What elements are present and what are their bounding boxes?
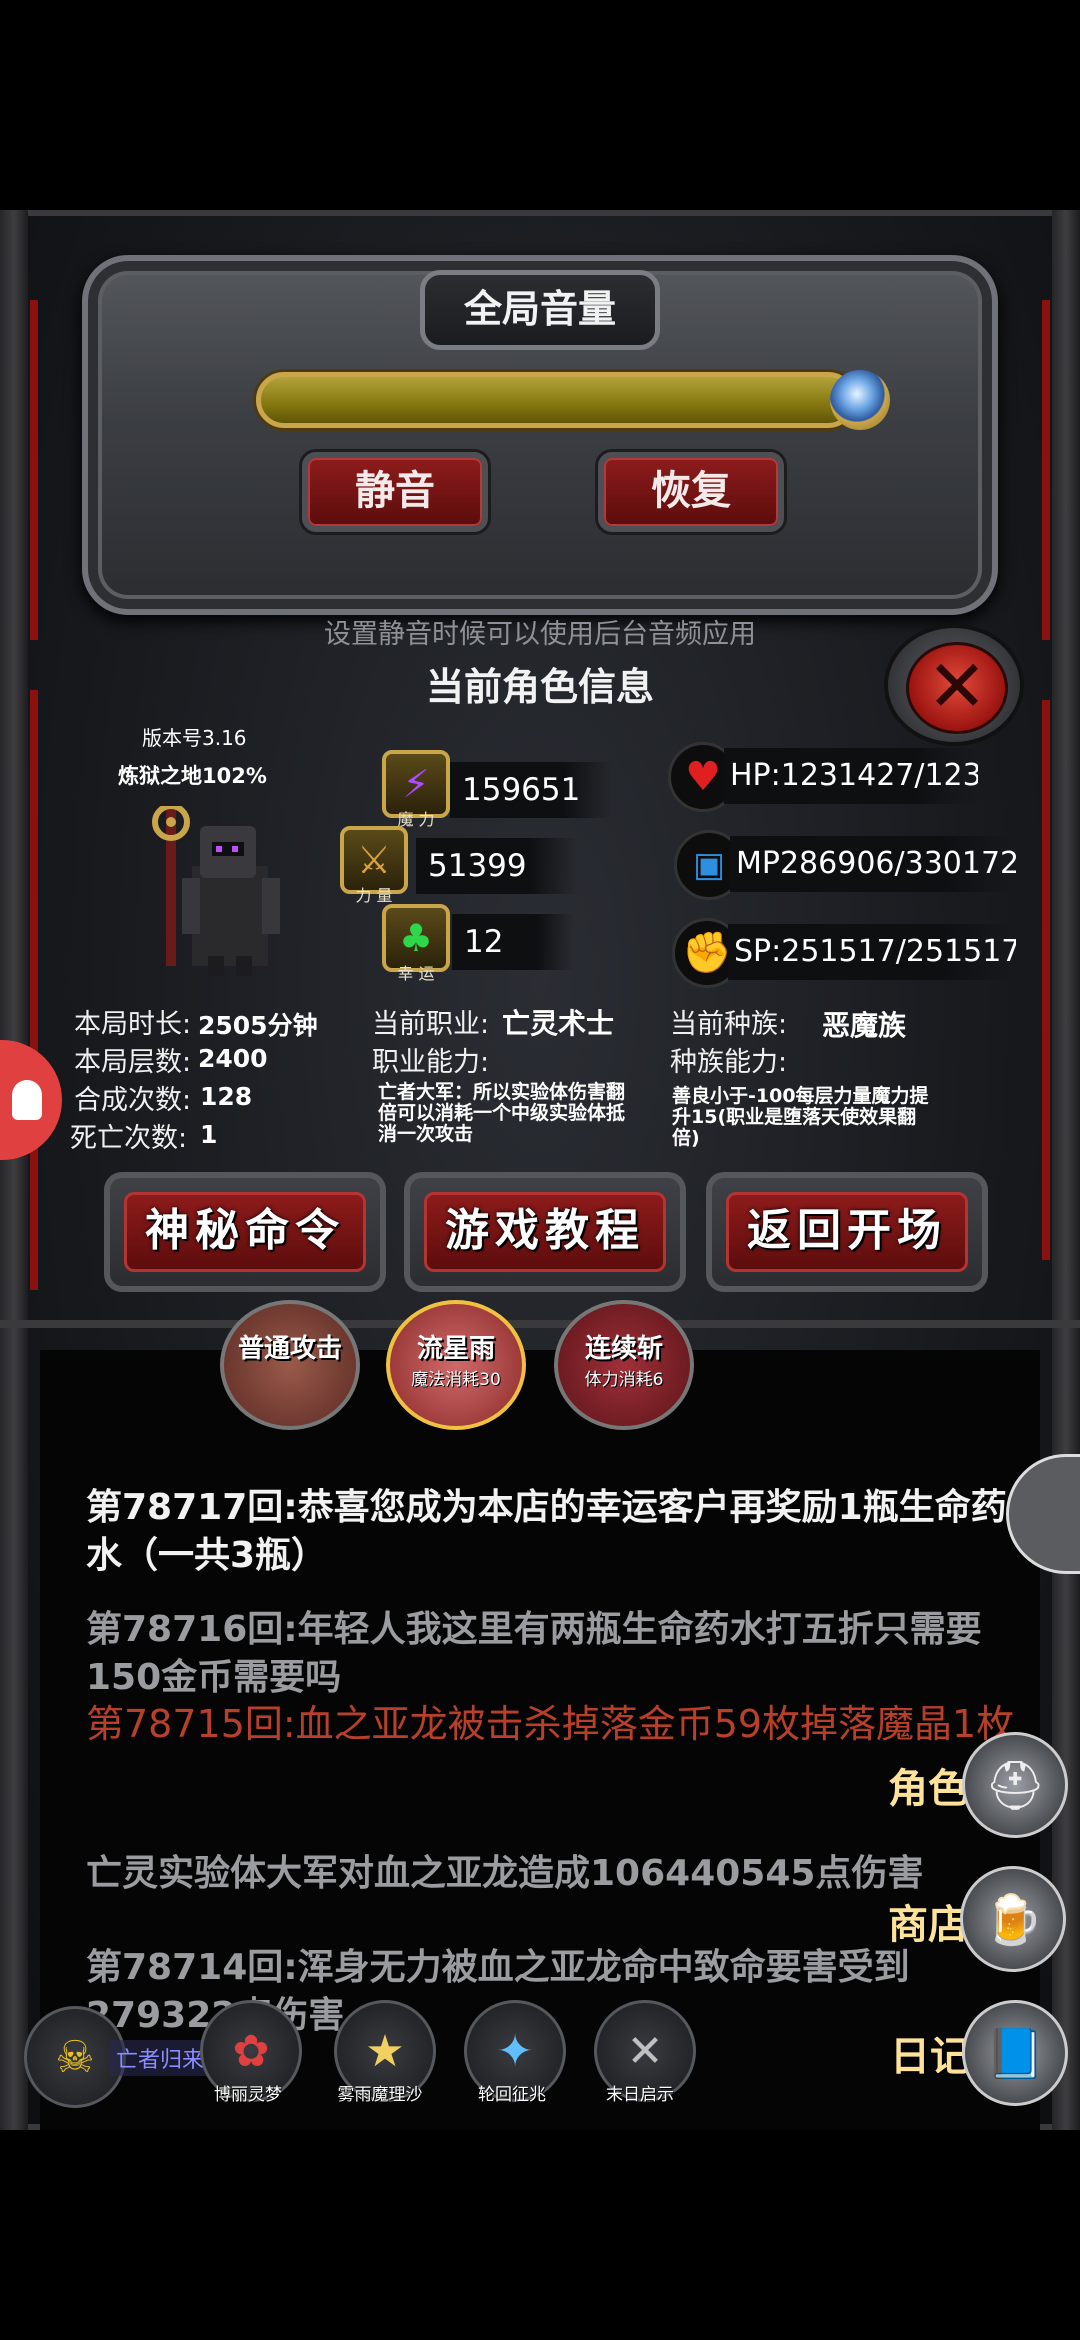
character-info-title: 当前角色信息 xyxy=(425,665,654,709)
floor-progress: 炼狱之地102% xyxy=(118,764,267,788)
job-ability-desc: 亡者大军：所以实验体伤害翻倍可以消耗一个中级实验体抵消一次攻击 xyxy=(378,1081,626,1145)
run-time-value: 2505分钟 xyxy=(198,1011,318,1040)
death-count-label: 死亡次数: xyxy=(70,1123,188,1154)
back-to-start-button[interactable]: 返回开场 xyxy=(706,1172,988,1292)
synth-count-label: 合成次数: xyxy=(74,1085,192,1116)
skill-combo-slash-name: 连续斩 xyxy=(584,1334,663,1364)
person-icon xyxy=(12,1080,42,1120)
mute-button[interactable]: 静音 xyxy=(302,452,488,532)
skill-combo-slash-cost: 体力消耗6 xyxy=(584,1370,664,1390)
run-floors-value: 2400 xyxy=(198,1044,268,1073)
power-label: 力 量 xyxy=(355,886,393,905)
right-red-strip-2 xyxy=(1042,700,1050,1260)
skill-meteor[interactable]: 流星雨 魔法消耗30 xyxy=(386,1300,526,1430)
skill-combo-slash[interactable]: 连续斩 体力消耗6 xyxy=(554,1300,694,1430)
hp-value: HP:1231427/12314 xyxy=(724,748,978,804)
job-ability-label: 职业能力: xyxy=(372,1047,490,1078)
version-label: 版本号3.16 xyxy=(142,726,247,750)
secret-command-button[interactable]: 神秘命令 xyxy=(104,1172,386,1292)
job-value: 亡灵术士 xyxy=(502,1007,615,1040)
sp-value: SP:251517/251517 xyxy=(728,924,1016,980)
job-label: 当前职业: xyxy=(372,1009,490,1040)
left-rail xyxy=(0,210,28,2130)
secret-command-label: 神秘命令 xyxy=(124,1192,366,1272)
close-icon[interactable]: ✕ xyxy=(906,642,1008,734)
restore-button[interactable]: 恢复 xyxy=(598,452,784,532)
tutorial-label: 游戏教程 xyxy=(424,1192,666,1272)
luck-label: 幸 运 xyxy=(397,964,435,983)
back-to-start-label: 返回开场 xyxy=(726,1192,968,1272)
reincarnation-label: 轮回征兆 xyxy=(478,2085,546,2105)
volume-slider[interactable] xyxy=(256,372,856,428)
knight-helmet-icon[interactable]: ⛑ xyxy=(962,1732,1068,1838)
skill-normal-attack[interactable]: 普通攻击 xyxy=(220,1300,360,1430)
volume-slider-knob[interactable] xyxy=(830,370,890,430)
log-entry: 亡灵实验体大军对血之亚龙造成106440545点伤害 xyxy=(86,1853,924,1894)
race-label: 当前种族: xyxy=(670,1009,788,1040)
log-entry: 第78715回:血之亚龙被击杀掉落金币59枚掉落魔晶1枚 xyxy=(86,1702,1015,1746)
left-red-strip xyxy=(30,300,38,640)
log-entry: 第78717回:恭喜您成为本店的幸运客户再奖励1瓶生命药水（一共3瓶） xyxy=(86,1487,1007,1576)
beer-mug-icon[interactable]: 🍺 xyxy=(960,1866,1066,1972)
tutorial-button[interactable]: 游戏教程 xyxy=(404,1172,686,1292)
run-time-label: 本局时长: xyxy=(74,1009,192,1040)
race-ability-label: 种族能力: xyxy=(670,1047,788,1078)
magic-value: 159651 xyxy=(450,762,612,818)
book-icon[interactable]: 📘 xyxy=(962,2000,1068,2106)
right-red-strip xyxy=(1042,300,1050,640)
marisa-label: 雾雨魔理沙 xyxy=(337,2085,423,2105)
run-floors-label: 本局层数: xyxy=(74,1047,192,1078)
skill-normal-attack-name: 普通攻击 xyxy=(237,1334,342,1364)
left-red-strip-2 xyxy=(30,690,38,1290)
skill-meteor-name: 流星雨 xyxy=(416,1334,495,1364)
log-entry: 第78716回:年轻人我这里有两瓶生命药水打五折只需要150金币需要吗 xyxy=(86,1609,982,1698)
diary-menu-label[interactable]: 日记 xyxy=(890,2024,970,2082)
apocalypse-label: 末日启示 xyxy=(606,2085,674,2105)
volume-hint: 设置静音时候可以使用后台音频应用 xyxy=(324,619,756,650)
volume-title: 全局音量 xyxy=(420,270,660,350)
luck-value: 12 xyxy=(452,914,574,970)
skill-meteor-cost: 魔法消耗30 xyxy=(411,1370,501,1390)
necromancer-sprite xyxy=(152,806,280,976)
mp-value: MP286906/330172 xyxy=(730,836,1016,892)
shop-menu-label[interactable]: 商店 xyxy=(888,1892,968,1950)
right-rail xyxy=(1052,210,1080,2130)
power-value: 51399 xyxy=(416,838,578,894)
divider xyxy=(0,1320,1080,1328)
reimu-label: 博丽灵梦 xyxy=(214,2085,282,2105)
death-count-value: 1 xyxy=(200,1120,218,1149)
synth-count-value: 128 xyxy=(200,1082,253,1111)
role-menu-label[interactable]: 角色 xyxy=(888,1756,968,1814)
undead-return-label: 亡者归来 xyxy=(110,2040,211,2076)
race-ability-desc: 善良小于-100每层力量魔力提升15(职业是堕落天使效果翻倍) xyxy=(672,1085,929,1149)
race-value: 恶魔族 xyxy=(822,1009,907,1042)
